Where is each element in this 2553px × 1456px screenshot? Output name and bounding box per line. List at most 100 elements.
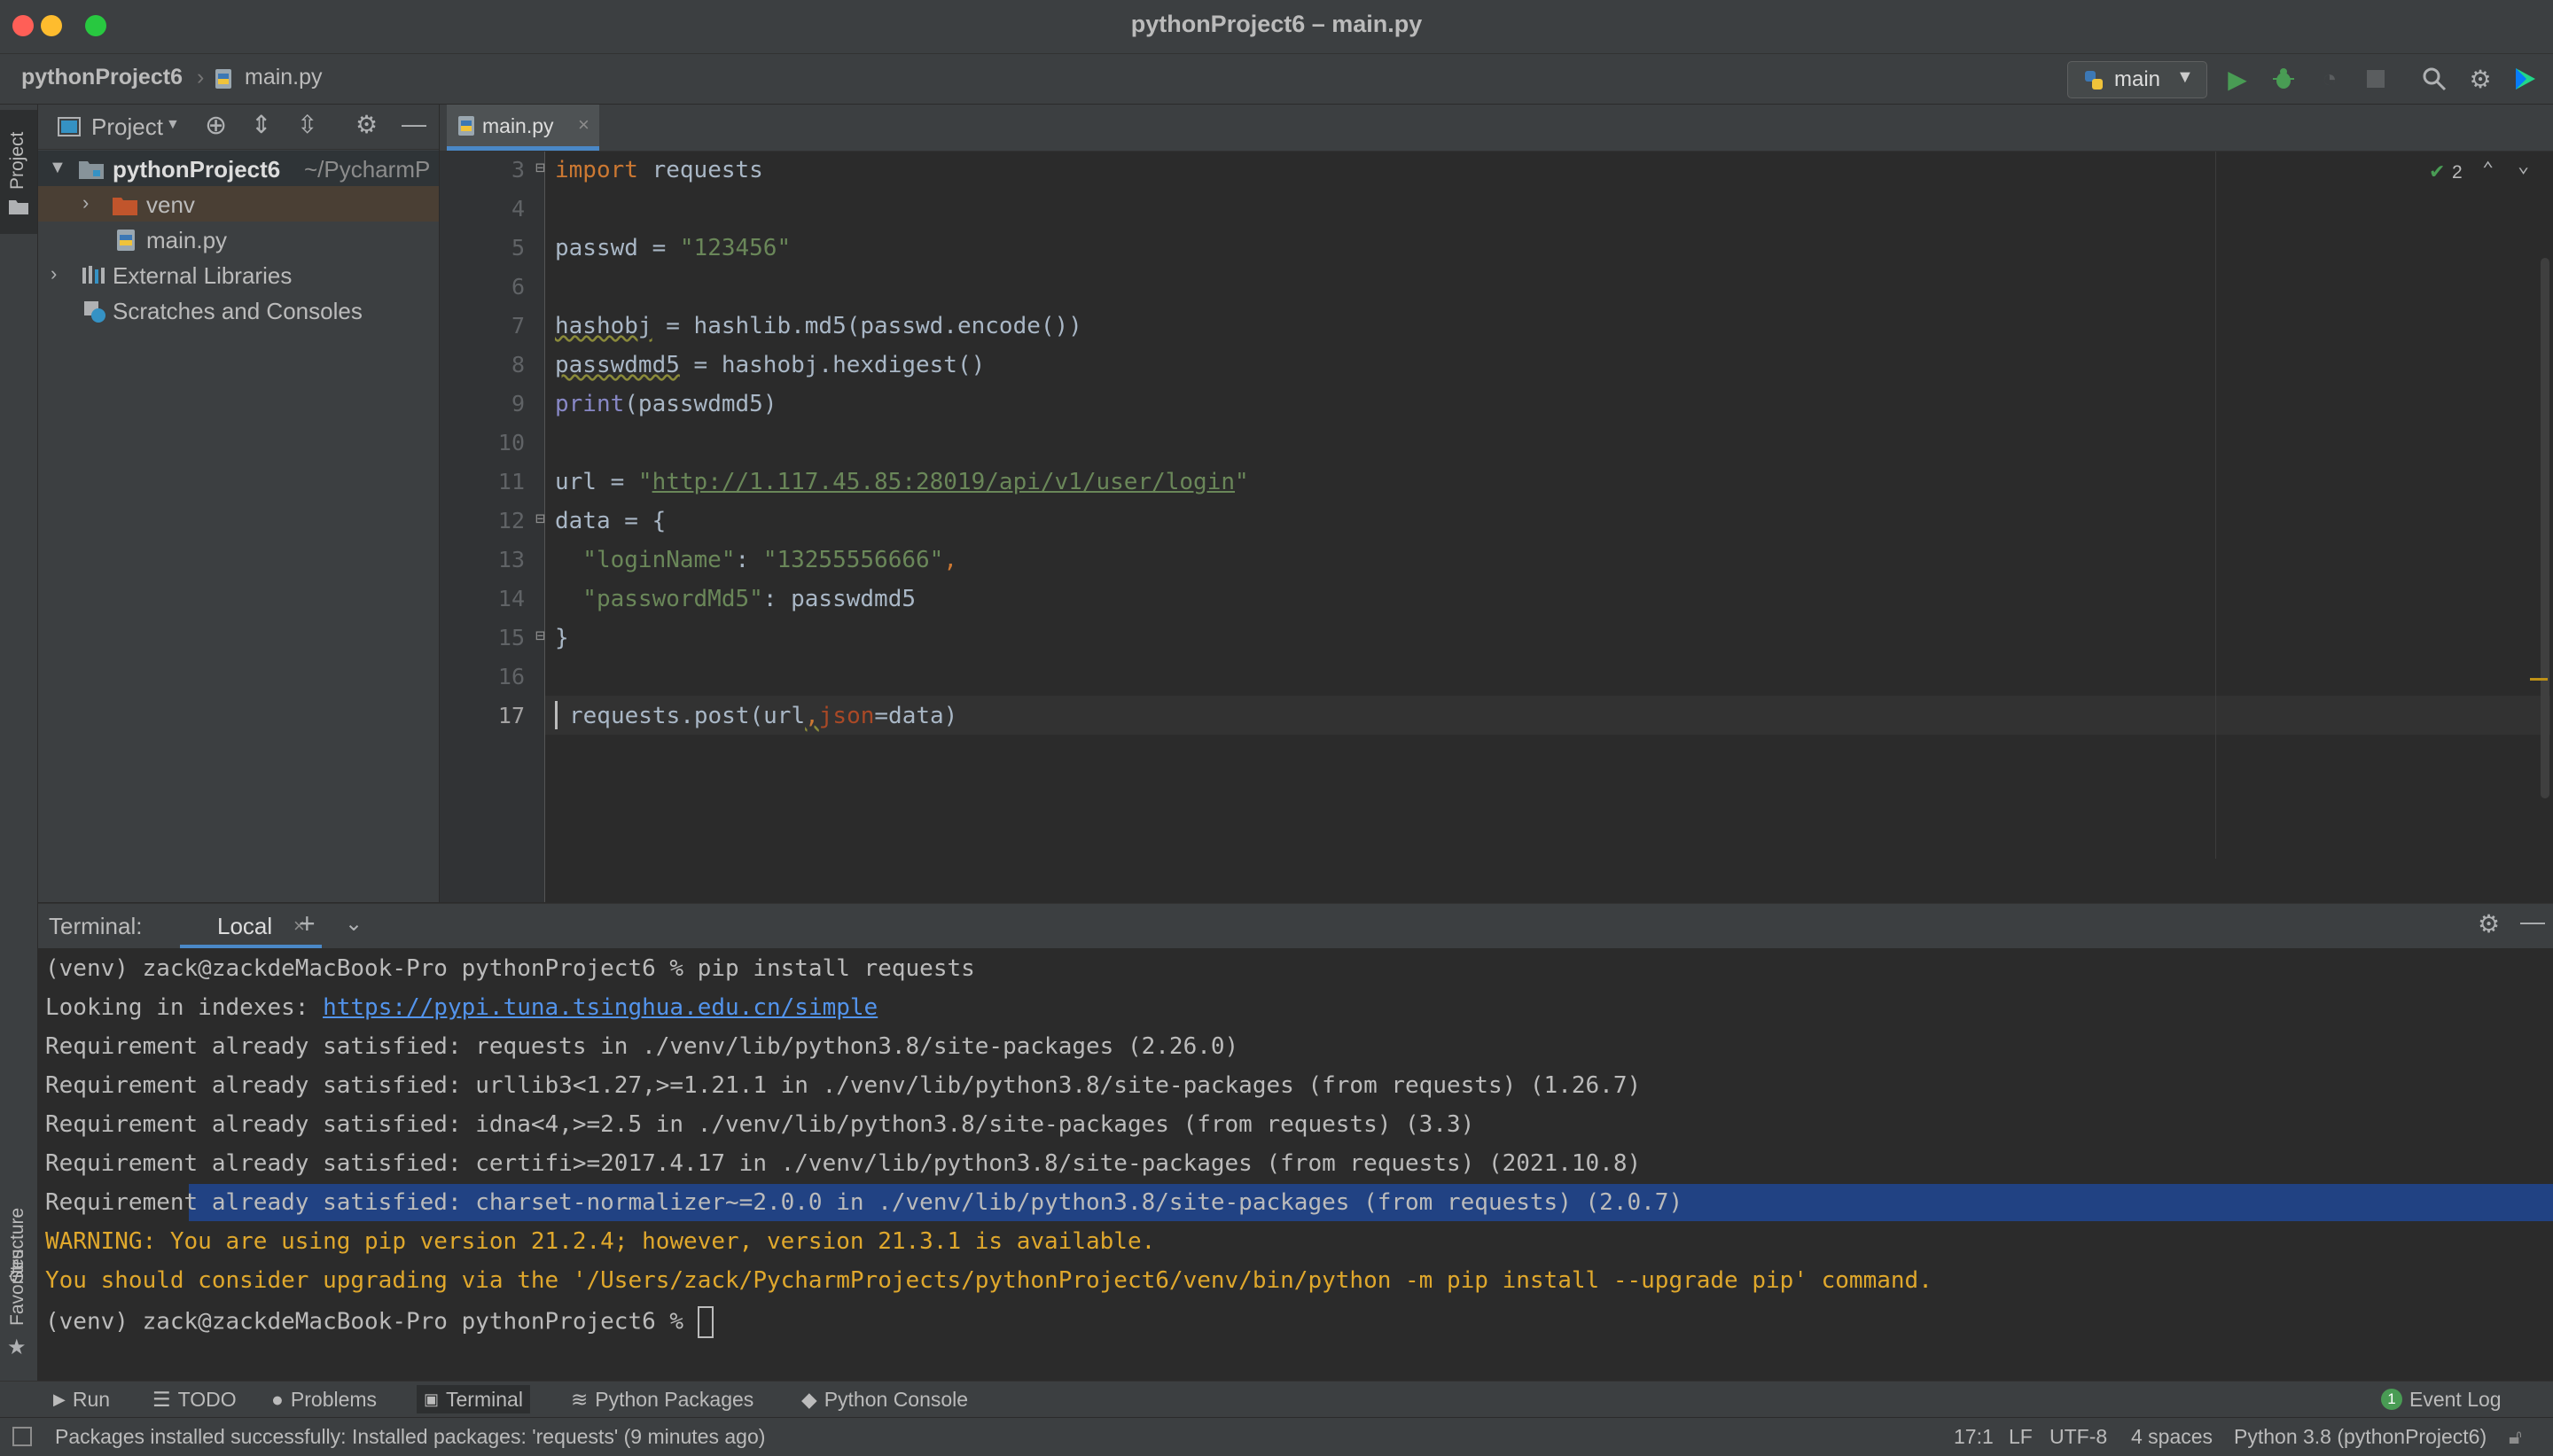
line-number: 9 xyxy=(511,391,525,417)
tree-item-project-root[interactable]: ▼ pythonProject6 ~/PycharmP xyxy=(38,151,439,186)
url-link[interactable]: http://1.117.45.85:28019/api/v1/user/log… xyxy=(652,469,1235,495)
project-view-icon xyxy=(58,117,81,136)
breadcrumb-project[interactable]: pythonProject6 xyxy=(21,65,183,90)
editor-tab-main-py[interactable]: main.py × xyxy=(447,105,599,151)
toggle-tool-windows-icon[interactable] xyxy=(12,1427,32,1446)
tree-item-scratches[interactable]: Scratches and Consoles xyxy=(38,292,439,328)
code-editor[interactable]: 3 4 5 6 7 8 9 10 11 12 13 14 15 16 17 ⊟ … xyxy=(440,152,2553,902)
tree-item-label: main.py xyxy=(146,227,228,253)
debug-icon[interactable] xyxy=(2268,63,2299,95)
hide-panel-icon[interactable]: — xyxy=(402,110,426,138)
next-highlight-icon[interactable]: ⌄ xyxy=(2518,155,2529,177)
tool-button-python-console[interactable]: ◆ Python Console xyxy=(801,1385,968,1413)
terminal-warning-line: WARNING: You are using pip version 21.2.… xyxy=(45,1228,1156,1255)
line-number: 8 xyxy=(511,352,525,378)
tree-item-main-py[interactable]: main.py xyxy=(38,222,439,257)
tree-item-label: External Libraries xyxy=(113,262,293,289)
tool-button-run[interactable]: ▶ Run xyxy=(53,1385,110,1413)
star-icon: ★ xyxy=(7,1335,27,1359)
tree-item-label: venv xyxy=(146,191,195,218)
inspection-count: 2 xyxy=(2452,162,2463,183)
fold-icon[interactable]: ⊟ xyxy=(535,627,545,645)
terminal-cursor xyxy=(697,1306,714,1338)
terminal-output[interactable]: (venv) zack@zackdeMacBook-Pro pythonProj… xyxy=(38,948,2553,1381)
folder-icon xyxy=(9,199,28,214)
project-view-select[interactable]: Project xyxy=(91,113,163,141)
python-interpreter[interactable]: Python 3.8 (pythonProject6) xyxy=(2234,1425,2487,1449)
stop-icon[interactable] xyxy=(2360,63,2392,95)
settings-gear-icon[interactable]: ⚙ xyxy=(2478,909,2500,938)
tree-item-label: Scratches and Consoles xyxy=(113,298,363,324)
code-line-14: "passwordMd5": passwdmd5 xyxy=(555,586,916,612)
editor-tab-label: main.py xyxy=(482,114,554,137)
line-number: 11 xyxy=(497,469,525,494)
chevron-right-icon[interactable]: › xyxy=(51,262,57,285)
terminal-title: Terminal: xyxy=(49,913,143,939)
project-tool-tab-label: Project xyxy=(7,131,27,190)
hide-panel-icon[interactable]: — xyxy=(2520,907,2545,936)
excluded-folder-icon xyxy=(113,194,137,222)
chevron-down-icon[interactable]: ⌄ xyxy=(345,911,363,937)
previous-highlight-icon[interactable]: ⌃ xyxy=(2482,159,2494,181)
run-icon[interactable]: ▶ xyxy=(2221,63,2253,95)
code-line-15: } xyxy=(555,625,569,651)
tree-item-external-libraries[interactable]: › External Libraries xyxy=(38,257,439,292)
new-terminal-plus-icon[interactable]: + xyxy=(299,907,316,940)
file-encoding[interactable]: UTF-8 xyxy=(2049,1425,2107,1449)
terminal-warning-line: You should consider upgrading via the '/… xyxy=(45,1267,1932,1294)
tree-item-venv[interactable]: › venv xyxy=(38,186,439,222)
tool-button-terminal[interactable]: ▣ Terminal xyxy=(417,1385,530,1413)
python-console-icon: ◆ xyxy=(801,1387,817,1411)
project-panel-header: Project ▼ ⊕ ⇕ ⇳ ⚙ — xyxy=(38,105,439,150)
chevron-down-icon[interactable]: ▼ xyxy=(49,158,66,178)
chevron-right-icon[interactable]: › xyxy=(82,191,89,214)
favorites-tool-tab[interactable]: Favorites ★ xyxy=(0,1239,37,1372)
code-line-17: requests.post(url,json=data) xyxy=(569,703,958,729)
editor-scrollbar[interactable] xyxy=(2541,258,2549,798)
profile-icon[interactable]: ◔ xyxy=(2314,63,2346,95)
project-tool-tab[interactable]: Project xyxy=(0,110,37,234)
code-line-12: data = { xyxy=(555,508,667,534)
lock-icon[interactable]: 🔓︎ xyxy=(2509,1425,2522,1449)
line-separator[interactable]: LF xyxy=(2009,1425,2033,1449)
event-count-badge: 1 xyxy=(2381,1389,2402,1410)
library-icon xyxy=(81,264,105,292)
expand-all-icon[interactable]: ⇕ xyxy=(251,110,271,139)
error-stripe-marker[interactable] xyxy=(2530,678,2548,681)
code-with-me-icon[interactable] xyxy=(2509,63,2541,95)
tree-item-path: ~/PycharmP xyxy=(304,156,431,183)
collapse-all-icon[interactable]: ⇳ xyxy=(297,110,317,139)
bottom-tool-window-bar: ▶ Run ☰ TODO ● Problems ▣ Terminal ≋ Python P… xyxy=(0,1381,2553,1417)
right-margin-guide xyxy=(2215,152,2216,859)
breadcrumb-file[interactable]: main.py xyxy=(245,65,323,90)
indent-setting[interactable]: 4 spaces xyxy=(2131,1425,2213,1449)
run-configuration-select[interactable]: main ▼ xyxy=(2067,61,2207,98)
line-number: 7 xyxy=(511,313,525,339)
navigation-bar: pythonProject6 › main.py main ▼ ▶ ◔ ⚙ xyxy=(0,54,2553,105)
status-message[interactable]: Packages installed successfully: Install… xyxy=(55,1425,765,1449)
settings-gear-icon[interactable]: ⚙ xyxy=(355,110,378,139)
line-number: 16 xyxy=(497,664,525,689)
code-line-7: hashobj = hashlib.md5(passwd.encode()) xyxy=(555,313,1082,339)
line-number: 15 xyxy=(497,625,525,650)
fold-icon[interactable]: ⊟ xyxy=(535,159,545,177)
terminal-prompt: (venv) zack@zackdeMacBook-Pro pythonProj… xyxy=(45,1306,714,1338)
breadcrumb-separator-icon: › xyxy=(197,65,205,90)
fold-icon[interactable]: ⊟ xyxy=(535,510,545,528)
caret-position[interactable]: 17:1 xyxy=(1954,1425,1994,1449)
index-url-link[interactable]: https://pypi.tuna.tsinghua.edu.cn/simple xyxy=(323,994,878,1021)
tool-button-python-packages[interactable]: ≋ Python Packages xyxy=(571,1385,753,1413)
module-folder-icon xyxy=(79,158,104,185)
locate-file-icon[interactable]: ⊕ xyxy=(205,110,227,141)
tool-button-event-log[interactable]: 1 Event Log xyxy=(2381,1385,2502,1413)
tool-button-problems[interactable]: ● Problems xyxy=(271,1385,377,1413)
search-icon[interactable] xyxy=(2418,63,2450,95)
chevron-down-icon[interactable]: ▼ xyxy=(166,117,180,133)
close-tab-icon[interactable]: × xyxy=(578,113,589,136)
tool-button-todo[interactable]: ☰ TODO xyxy=(152,1385,237,1413)
inspection-ok-icon[interactable]: ✔ xyxy=(2429,160,2445,183)
terminal-icon: ▣ xyxy=(424,1390,440,1408)
code-line-8: passwdmd5 = hashobj.hexdigest() xyxy=(555,352,986,378)
chevron-down-icon: ▼ xyxy=(2176,67,2194,87)
settings-gear-icon[interactable]: ⚙ xyxy=(2464,63,2496,95)
